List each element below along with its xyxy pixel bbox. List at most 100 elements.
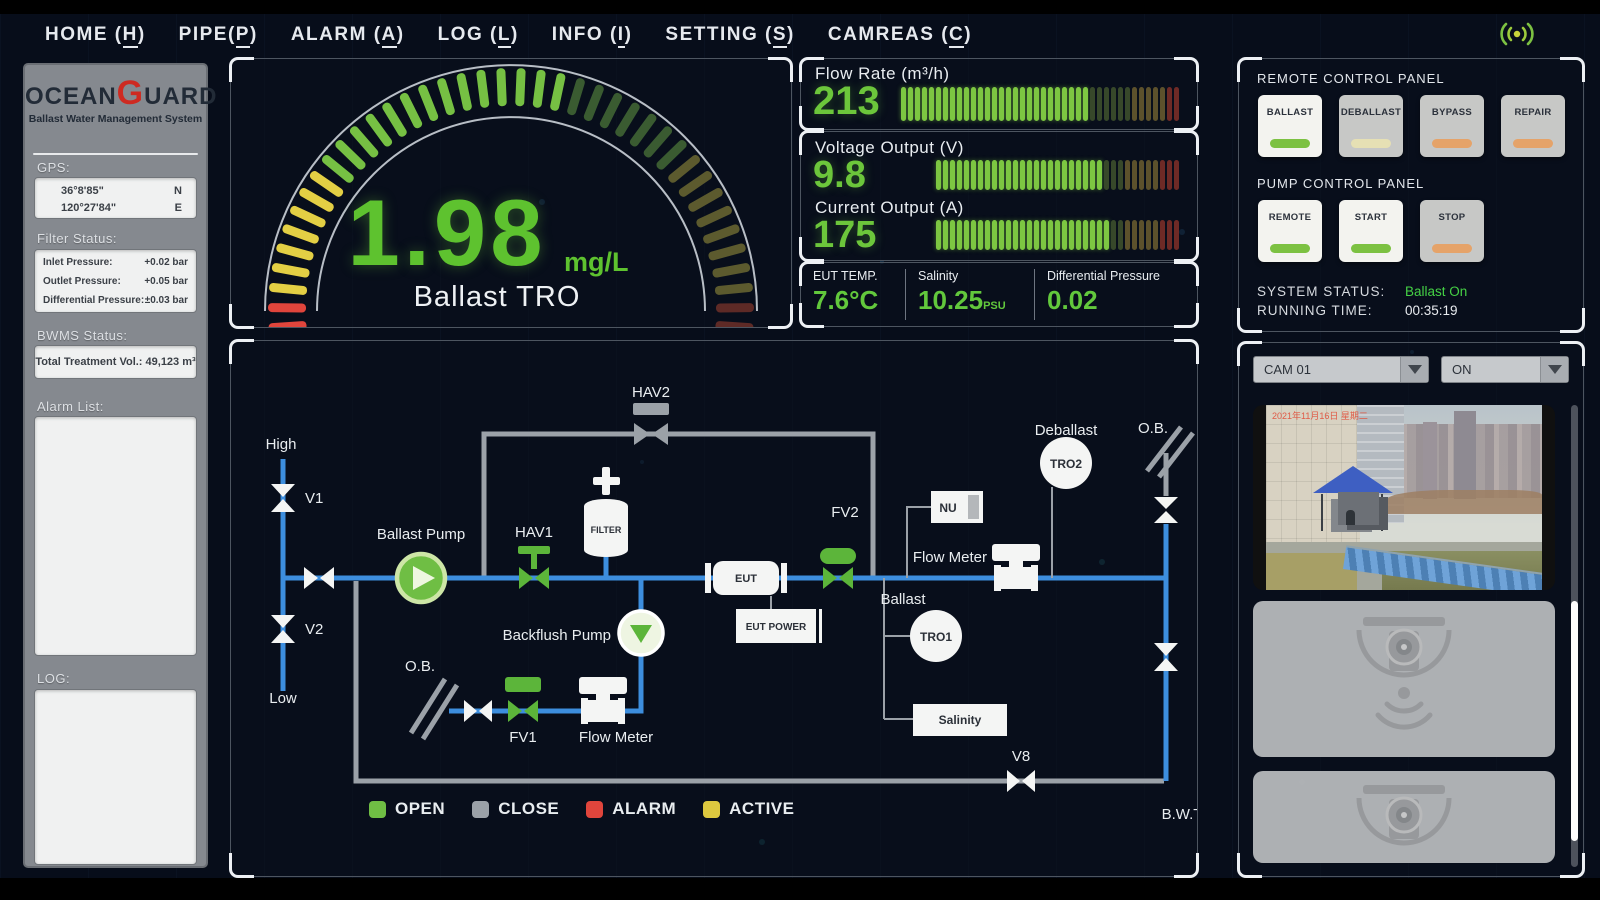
ballast-button[interactable]: BALLAST <box>1258 95 1322 157</box>
bar-segment <box>1076 87 1081 121</box>
backflush-pump[interactable] <box>619 611 663 655</box>
valve-fv1[interactable] <box>505 677 541 722</box>
nav-item-l[interactable]: LOG (L) <box>438 24 519 46</box>
bwms-status-box: Total Treatment Vol.: 49,123 m³ <box>34 345 197 379</box>
nav-item-s[interactable]: SETTING (S) <box>665 24 794 46</box>
chevron-down-icon[interactable] <box>1540 357 1568 382</box>
legend-swatch <box>472 801 489 818</box>
nav-item-a[interactable]: ALARM (A) <box>291 24 405 46</box>
deballast-button[interactable]: DEBALLAST <box>1339 95 1403 157</box>
status-indicator <box>1270 139 1310 148</box>
pipe-diagram-panel: FILTER EUT EUT PO <box>230 340 1198 877</box>
salinity-sensor[interactable]: Salinity <box>913 704 1007 736</box>
control-panel: REMOTE CONTROL PANEL BALLASTDEBALLASTBYP… <box>1238 58 1584 332</box>
bar-segment <box>1104 220 1109 250</box>
remote-button[interactable]: REMOTE <box>1258 200 1322 262</box>
bar-segment <box>1027 220 1032 250</box>
camera-select[interactable]: CAM 01 <box>1253 356 1429 383</box>
log-box[interactable] <box>34 689 197 865</box>
bar-segment <box>1139 160 1144 190</box>
ballast-pump[interactable] <box>397 554 445 602</box>
bar-segment <box>1013 87 1018 121</box>
bar-segment <box>1125 160 1130 190</box>
bar-segment <box>1160 220 1165 250</box>
bar-segment <box>985 220 990 250</box>
valve-hav2[interactable] <box>633 403 669 445</box>
start-button[interactable]: START <box>1339 200 1403 262</box>
bar-segment <box>1160 160 1165 190</box>
bar-segment <box>1076 220 1081 250</box>
legend-swatch <box>703 801 720 818</box>
gps-box: 36°8'85"N120°27'84"E <box>34 177 197 219</box>
status-indicator <box>1432 139 1472 148</box>
flow-meter-bottom[interactable] <box>579 677 627 724</box>
bar-segment <box>943 160 948 190</box>
status-indicator <box>1513 139 1553 148</box>
camera-feed-1[interactable]: 2021年11月16日 星期二 <box>1253 405 1555 590</box>
bar-segment <box>1174 220 1179 250</box>
bar-segment <box>1125 87 1130 121</box>
chevron-down-icon[interactable] <box>1400 357 1428 382</box>
salinity-value: 10.25PSU <box>918 285 1034 316</box>
filter[interactable]: FILTER <box>584 467 628 557</box>
bypass-button[interactable]: BYPASS <box>1420 95 1484 157</box>
voltage-value: 9.8 <box>813 154 866 197</box>
label-fv2: FV2 <box>831 504 859 521</box>
bar-segment <box>1097 160 1102 190</box>
person <box>1346 510 1355 525</box>
flow-rate-bar <box>901 87 1179 121</box>
camera-power-select[interactable]: ON <box>1441 356 1569 383</box>
bar-segment <box>978 87 983 121</box>
label-flow-meter-top: Flow Meter <box>913 549 987 566</box>
bar-segment <box>922 87 927 121</box>
bar-segment <box>908 87 913 121</box>
alarm-list-label: Alarm List: <box>37 399 104 414</box>
bar-segment <box>1034 220 1039 250</box>
label-hav2: HAV2 <box>632 384 670 401</box>
bar-segment <box>964 160 969 190</box>
nav-item-c[interactable]: CAMREAS (C) <box>828 24 972 46</box>
tro2-sensor[interactable]: TRO2 <box>1040 437 1092 489</box>
bar-segment <box>1041 160 1046 190</box>
alarm-list-box[interactable] <box>34 416 197 656</box>
bar-segment <box>978 220 983 250</box>
bar-segment <box>1139 87 1144 121</box>
flow-rate-panel: Flow Rate (m³/h) 213 <box>800 58 1198 130</box>
camera-scrollbar-thumb[interactable] <box>1571 601 1578 841</box>
bar-segment <box>1139 220 1144 250</box>
bar-segment <box>1083 87 1088 121</box>
bar-segment <box>950 220 955 250</box>
salinity-label: Salinity <box>918 269 1034 283</box>
signal-icon <box>1496 20 1538 53</box>
bar-segment <box>929 87 934 121</box>
eut-unit[interactable]: EUT <box>705 561 787 595</box>
bar-segment <box>1006 160 1011 190</box>
tro1-sensor[interactable]: TRO1 <box>910 610 962 662</box>
valve-ob-top[interactable] <box>1154 497 1178 523</box>
nav-item-h[interactable]: HOME (H) <box>45 24 146 46</box>
bar-segment <box>957 220 962 250</box>
camera-feed-2-placeholder[interactable] <box>1253 601 1555 757</box>
stop-button[interactable]: STOP <box>1420 200 1484 262</box>
nav-item-p[interactable]: PIPE(P) <box>179 24 258 46</box>
valve-hav1[interactable] <box>518 546 550 589</box>
log-label: LOG: <box>37 671 70 686</box>
valve-fv2[interactable] <box>820 548 856 589</box>
nav-item-i[interactable]: INFO (I) <box>552 24 633 46</box>
status-indicator <box>1351 244 1391 253</box>
salinity-cell: Salinity 10.25PSU <box>906 263 1034 326</box>
legend-item-alarm: ALARM <box>586 799 676 819</box>
flow-rate-value: 213 <box>813 79 880 124</box>
bwms-total-volume: Total Treatment Vol.: 49,123 m³ <box>35 346 196 378</box>
label-deballast: Deballast <box>1035 422 1098 439</box>
flow-meter-top[interactable] <box>992 544 1040 591</box>
gps-label: GPS: <box>37 160 70 175</box>
diff-pressure-value: 0.02 <box>1047 285 1197 316</box>
salinity-box-label: Salinity <box>939 713 982 727</box>
bar-segment <box>1020 87 1025 121</box>
camera-timestamp: 2021年11月16日 星期二 <box>1272 409 1368 422</box>
bar-segment <box>1167 87 1172 121</box>
camera-feed-3-placeholder[interactable] <box>1253 771 1555 863</box>
repair-button[interactable]: REPAIR <box>1501 95 1565 157</box>
eut-temp-label: EUT TEMP. <box>813 269 905 283</box>
